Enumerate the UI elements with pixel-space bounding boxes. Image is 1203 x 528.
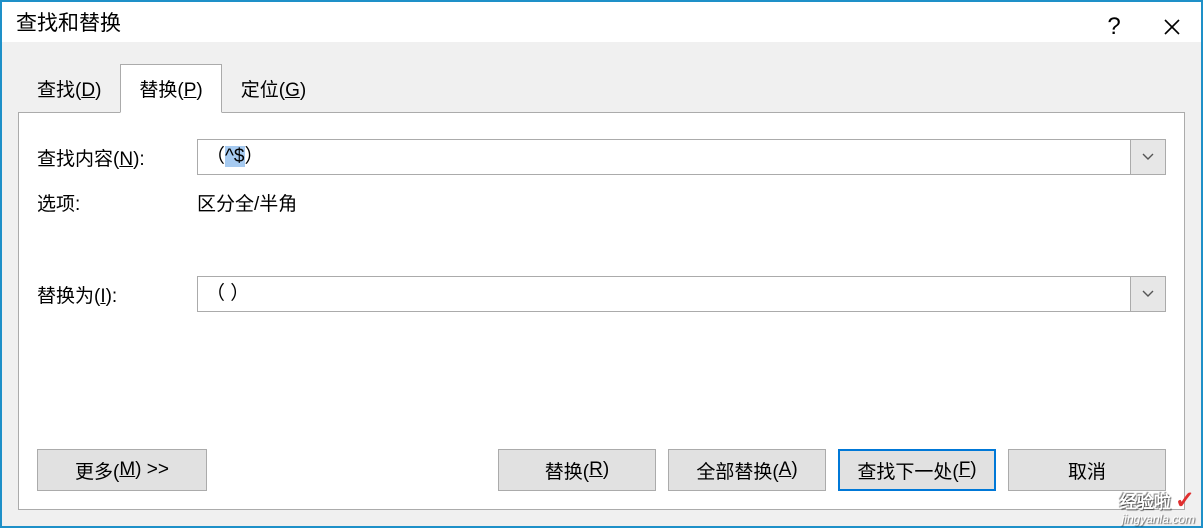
options-value: 区分全/半角 <box>197 189 297 216</box>
replace-button[interactable]: 替换(R) <box>498 449 656 491</box>
replace-input[interactable]: （ ） <box>197 276 1130 312</box>
watermark-line1: 经验啦✓ <box>1120 489 1195 513</box>
tab-panel: 查找内容(N): （^$） 选项: 区分全/半角 <box>18 112 1185 510</box>
find-combo: （^$） <box>197 139 1166 175</box>
replace-dropdown-button[interactable] <box>1130 276 1166 312</box>
tab-find[interactable]: 查找(D) <box>18 64 120 112</box>
find-next-button[interactable]: 查找下一处(F) <box>838 449 996 491</box>
chevron-down-icon <box>1142 290 1154 298</box>
find-replace-dialog: 查找和替换 ? 查找(D) 替换(P) 定位(G) <box>0 0 1203 528</box>
options-label: 选项: <box>37 189 197 216</box>
tab-replace[interactable]: 替换(P) <box>120 64 221 113</box>
watermark: 经验啦✓ jingyanla.com <box>1120 489 1195 525</box>
button-row: 更多(M) >> 替换(R) 全部替换(A) 查找下一处(F) 取消 <box>37 449 1166 491</box>
replace-row: 替换为(I): （ ） <box>37 276 1166 312</box>
button-group-right: 替换(R) 全部替换(A) 查找下一处(F) 取消 <box>498 449 1166 491</box>
find-label: 查找内容(N): <box>37 144 197 171</box>
tab-bar: 查找(D) 替换(P) 定位(G) <box>18 64 1185 112</box>
replace-combo: （ ） <box>197 276 1166 312</box>
content-area: 查找(D) 替换(P) 定位(G) 查找内容(N): （^$） <box>2 42 1201 526</box>
titlebar: 查找和替换 ? <box>2 2 1201 42</box>
more-button[interactable]: 更多(M) >> <box>37 449 207 491</box>
chevron-down-icon <box>1142 153 1154 161</box>
replace-all-button[interactable]: 全部替换(A) <box>668 449 826 491</box>
replace-label: 替换为(I): <box>37 281 197 308</box>
close-icon <box>1163 18 1181 36</box>
watermark-line2: jingyanla.com <box>1120 513 1195 525</box>
window-title: 查找和替换 <box>16 7 121 37</box>
cancel-button[interactable]: 取消 <box>1008 449 1166 491</box>
checkmark-icon: ✓ <box>1175 487 1195 514</box>
find-row: 查找内容(N): （^$） <box>37 139 1166 175</box>
find-input[interactable]: （^$） <box>197 139 1130 175</box>
tab-goto[interactable]: 定位(G) <box>222 64 325 112</box>
find-dropdown-button[interactable] <box>1130 139 1166 175</box>
options-row: 选项: 区分全/半角 <box>37 189 1166 216</box>
